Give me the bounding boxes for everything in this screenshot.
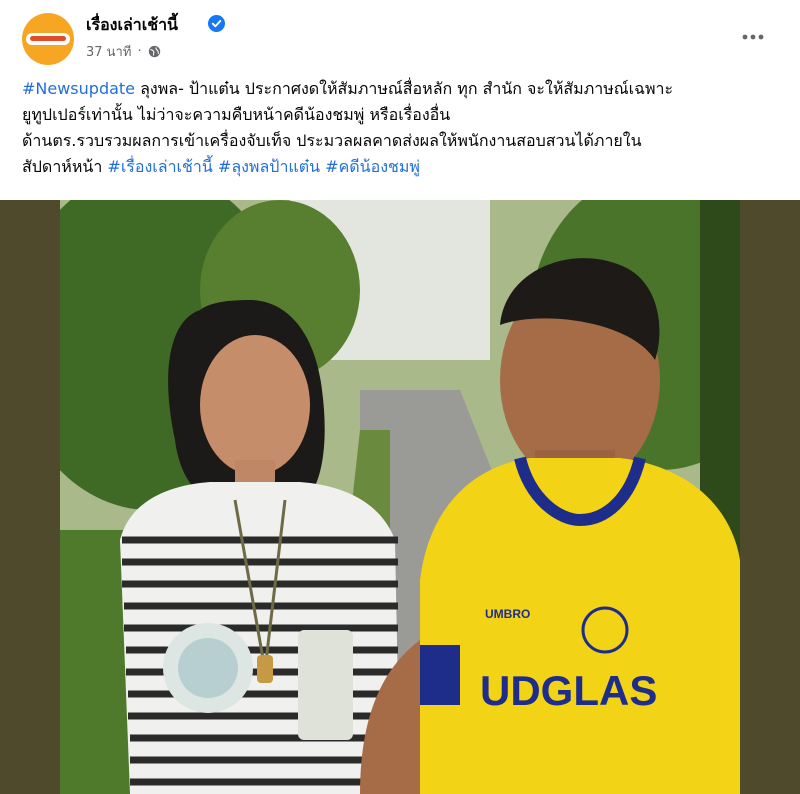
more-options-icon xyxy=(742,34,764,40)
page-avatar[interactable] xyxy=(22,13,74,65)
caption-line-3: ด้านตร.รวบรวมผลการเข้าเครื่องจับเท็จ ประ… xyxy=(22,131,642,150)
post-photo[interactable]: UDGLAS UMBRO xyxy=(0,200,800,794)
shirt-brand: UMBRO xyxy=(485,607,530,621)
caption-line-2: ยูทูปเปอร์เท่านั้น ไม่ว่าจะความคืบหน้าคด… xyxy=(22,105,451,124)
page-name[interactable]: เรื่องเล่าเช้านี้ xyxy=(86,13,178,38)
caption-text-4: สัปดาห์หน้า xyxy=(22,157,108,176)
hashtag-lung-phon[interactable]: #ลุงพลป้าแต๋น xyxy=(218,157,320,176)
facebook-post: เรื่องเล่าเช้านี้ 37 นาที · #Newsupdate … xyxy=(0,0,800,794)
caption-line-4: สัปดาห์หน้า #เรื่องเล่าเช้านี้ #ลุงพลป้า… xyxy=(22,154,782,180)
verified-badge-icon xyxy=(208,15,225,32)
hashtag-newsupdate[interactable]: #Newsupdate xyxy=(22,79,135,98)
post-timestamp[interactable]: 37 นาที xyxy=(86,41,131,62)
meta-separator: · xyxy=(137,44,142,59)
post-header: เรื่องเล่าเช้านี้ 37 นาที · xyxy=(0,0,800,72)
avatar-logo-script xyxy=(30,36,66,41)
post-meta: 37 นาที · xyxy=(86,41,161,62)
more-options-button[interactable] xyxy=(738,22,768,52)
photo-scene: UDGLAS UMBRO xyxy=(60,200,740,794)
photo-illustration: UDGLAS UMBRO xyxy=(60,200,740,794)
globe-icon xyxy=(148,45,160,58)
caption-line-1: #Newsupdate ลุงพล- ป้าแต๋น ประกาศงดให้สั… xyxy=(22,76,782,102)
hashtag-case[interactable]: #คดีน้องชมพู่ xyxy=(325,157,420,176)
hashtag-story[interactable]: #เรื่องเล่าเช้านี้ xyxy=(107,157,212,176)
post-caption: #Newsupdate ลุงพล- ป้าแต๋น ประกาศงดให้สั… xyxy=(22,76,782,180)
shirt-text: UDGLAS xyxy=(480,667,657,714)
caption-text-1: ลุงพล- ป้าแต๋น ประกาศงดให้สัมภาษณ์สื่อหล… xyxy=(135,79,674,98)
